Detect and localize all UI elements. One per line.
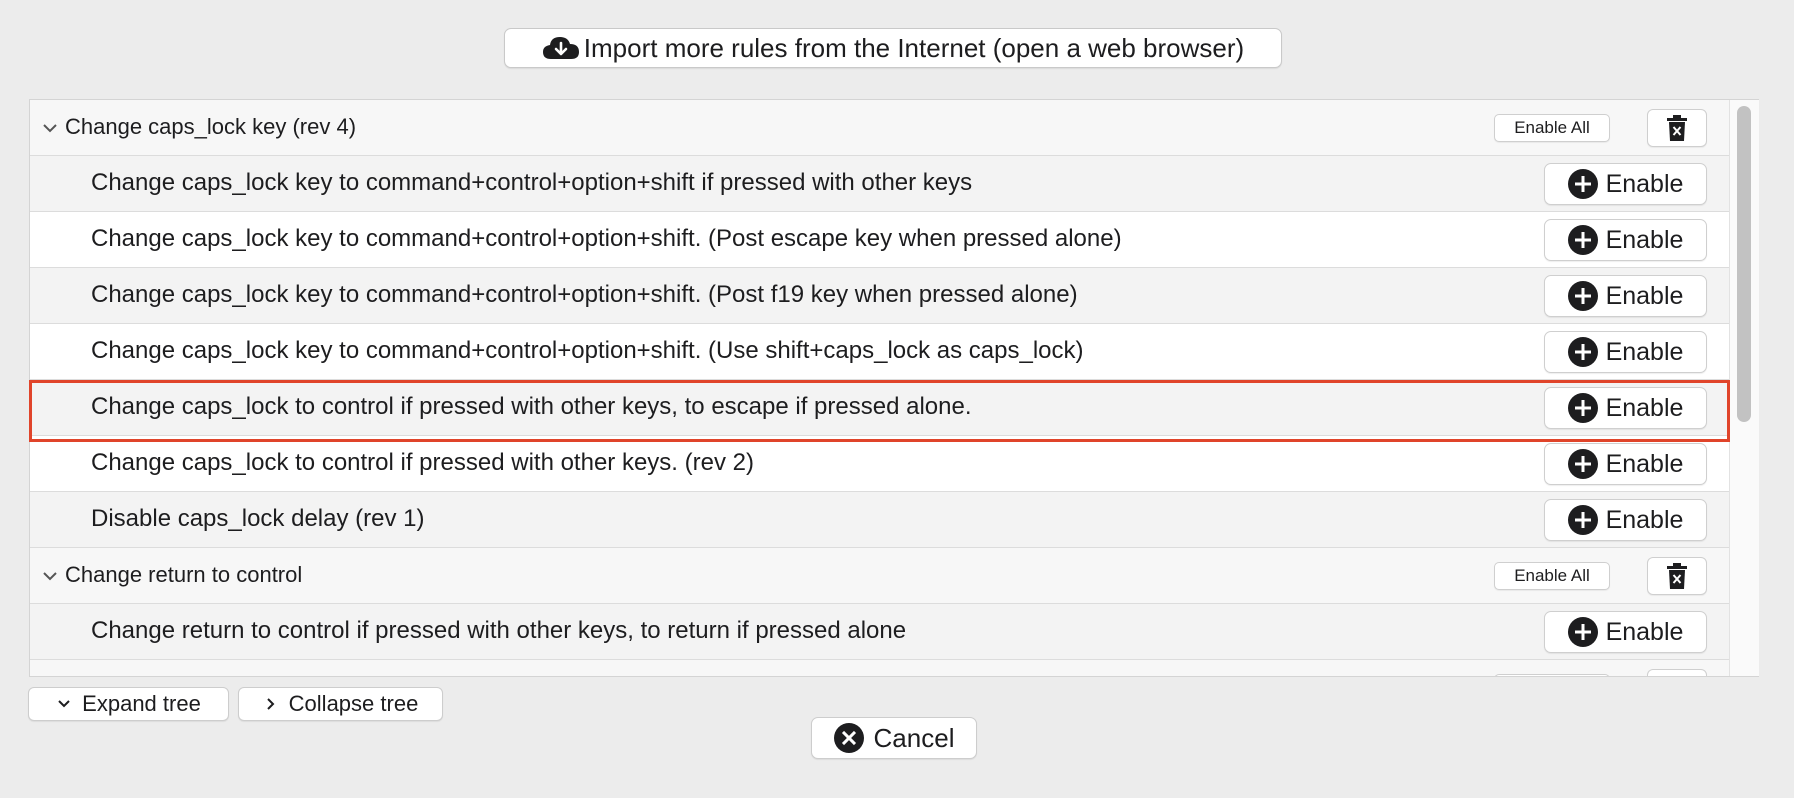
enable-all-button[interactable]: Enable All [1494,562,1610,590]
delete-group-button[interactable] [1647,109,1707,147]
rule-label: Change caps_lock key to command+control+… [91,337,1084,364]
group-row-caps-lock[interactable]: Change caps_lock key (rev 4) Enable All [30,100,1730,156]
import-rules-button[interactable]: Import more rules from the Internet (ope… [504,28,1282,68]
rule-label: Disable caps_lock delay (rev 1) [91,505,425,532]
rule-row: Change caps_lock key to command+control+… [30,156,1730,212]
plus-circle-icon [1567,393,1598,423]
close-circle-icon [833,723,864,753]
collapse-tree-button[interactable]: Collapse tree [238,687,443,721]
rule-row: Change caps_lock key to command+control+… [30,268,1730,324]
rules-list: Change caps_lock key (rev 4) Enable All … [29,99,1759,677]
plus-circle-icon [1567,337,1598,367]
enable-rule-button[interactable]: Enable [1544,387,1707,429]
rule-label: Change caps_lock to control if pressed w… [91,449,754,476]
collapse-tree-label: Collapse tree [288,691,419,716]
rule-label: Change return to control if pressed with… [91,617,907,644]
rule-row: Change caps_lock to control if pressed w… [30,436,1730,492]
cancel-label: Cancel [873,722,955,753]
rule-row: Change caps_lock key to command+control+… [30,324,1730,380]
rule-label: Change caps_lock to control if pressed w… [91,393,972,420]
enable-rule-button[interactable]: Enable [1544,499,1707,541]
enable-rule-button[interactable]: Enable [1544,163,1707,205]
plus-circle-icon [1567,449,1598,479]
delete-group-button[interactable] [1647,669,1707,676]
rule-row: Disable caps_lock delay (rev 1) Enable [30,492,1730,548]
chevron-down-icon [58,700,70,708]
enable-label: Enable [1605,449,1684,478]
trash-icon [1667,115,1687,141]
rule-label: Change caps_lock key to command+control+… [91,169,973,196]
rule-row: Change caps_lock key to command+control+… [30,212,1730,268]
chevron-down-icon[interactable] [40,118,60,138]
enable-all-button[interactable] [1494,674,1610,676]
import-rules-dialog: Import more rules from the Internet (ope… [0,0,1794,798]
delete-group-button[interactable] [1647,557,1707,595]
plus-circle-icon [1567,281,1598,311]
group-row-partial[interactable] [30,660,1730,676]
import-rules-label: Import more rules from the Internet (ope… [583,32,1245,63]
chevron-right-icon [266,698,275,710]
plus-circle-icon [1567,505,1598,535]
enable-rule-button[interactable]: Enable [1544,611,1707,653]
expand-tree-button[interactable]: Expand tree [28,687,229,721]
enable-rule-button[interactable]: Enable [1544,443,1707,485]
enable-rule-button[interactable]: Enable [1544,275,1707,317]
enable-rule-button[interactable]: Enable [1544,219,1707,261]
rule-label: Change caps_lock key to command+control+… [91,225,1122,252]
group-title: Change caps_lock key (rev 4) [65,114,357,139]
enable-label: Enable [1605,169,1684,198]
rule-label: Change caps_lock key to command+control+… [91,281,1078,308]
plus-circle-icon [1567,169,1598,199]
enable-rule-button[interactable]: Enable [1544,331,1707,373]
plus-circle-icon [1567,225,1598,255]
cloud-download-icon [542,37,579,59]
enable-label: Enable [1605,281,1684,310]
enable-label: Enable [1605,337,1684,366]
enable-label: Enable [1605,225,1684,254]
plus-circle-icon [1567,617,1598,647]
scrollbar-thumb[interactable] [1737,106,1751,422]
cancel-button[interactable]: Cancel [811,717,977,759]
rule-row: Change return to control if pressed with… [30,604,1730,660]
group-row-return[interactable]: Change return to control Enable All [30,548,1730,604]
rule-row-highlighted: Change caps_lock to control if pressed w… [30,380,1730,436]
enable-all-button[interactable]: Enable All [1494,114,1610,142]
enable-label: Enable [1605,617,1684,646]
enable-label: Enable [1605,505,1684,534]
group-title: Change return to control [65,562,303,587]
trash-icon [1667,563,1687,589]
enable-label: Enable [1605,393,1684,422]
chevron-down-icon[interactable] [40,566,60,586]
expand-tree-label: Expand tree [82,691,201,716]
